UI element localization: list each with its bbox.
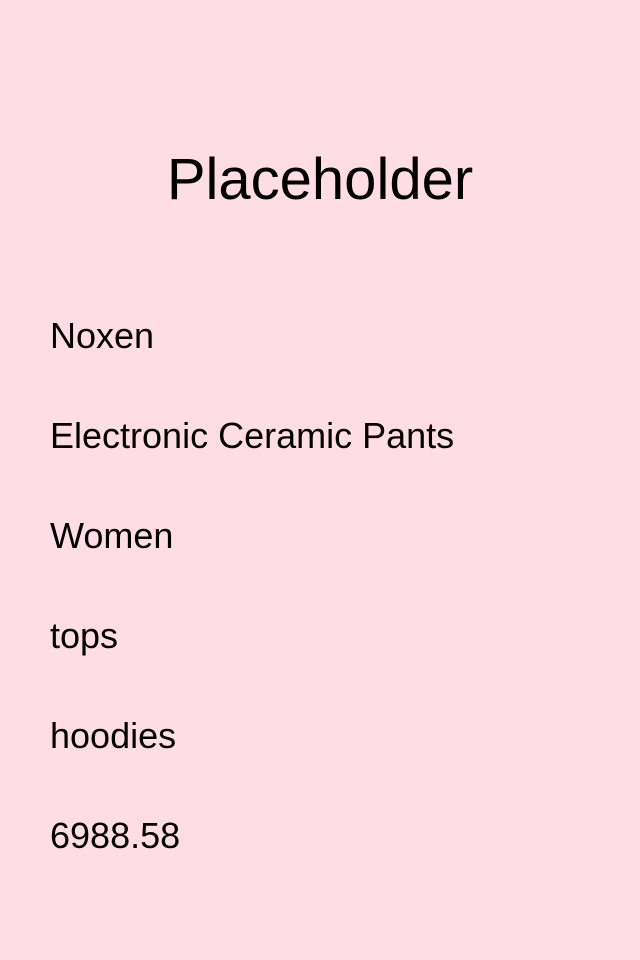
page-title: Placeholder xyxy=(166,147,474,212)
gender-text: Women xyxy=(50,515,174,556)
price-text: 6988.58 xyxy=(50,815,181,856)
product-detail-page: Placeholder Noxen Electronic Ceramic Pan… xyxy=(0,0,640,960)
product-name-text: Electronic Ceramic Pants xyxy=(50,415,455,456)
subcategory-text: hoodies xyxy=(50,715,177,756)
category-text: tops xyxy=(50,615,119,656)
brand-text: Noxen xyxy=(50,315,155,356)
